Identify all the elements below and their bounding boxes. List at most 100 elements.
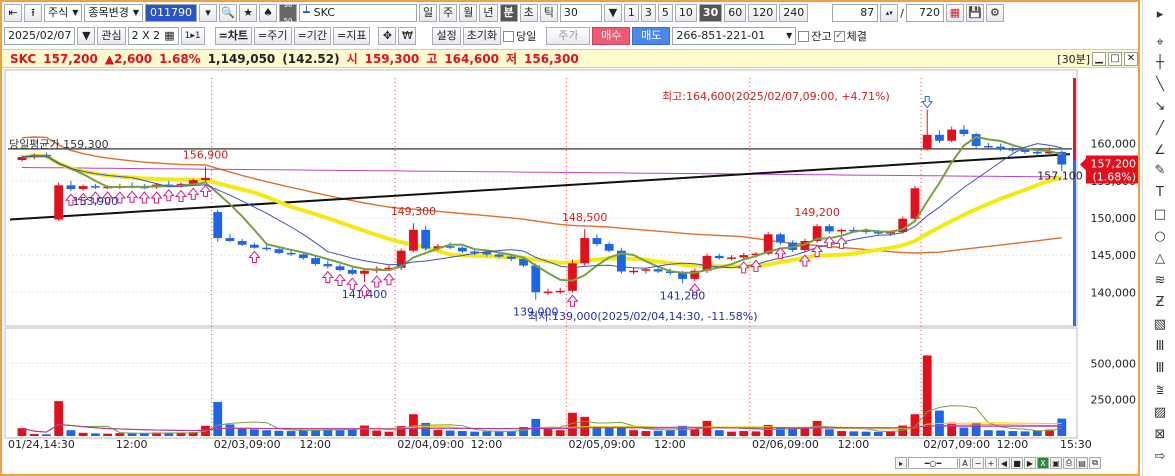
- volume-bar: [90, 433, 100, 436]
- magnet-icon[interactable]: ⊠: [1151, 426, 1169, 444]
- volume-bar: [494, 431, 504, 436]
- volume-bar: [592, 427, 602, 436]
- volume-bar: [641, 431, 651, 436]
- candle-body: [1032, 151, 1042, 154]
- volume-bar: [629, 430, 639, 436]
- text-icon[interactable]: T: [1151, 184, 1169, 202]
- candle-body: [213, 212, 223, 239]
- volume-bar: [1032, 430, 1042, 436]
- volume-bar: [1057, 418, 1067, 436]
- zoom-slider[interactable]: ━○━: [908, 457, 958, 469]
- volume-bar: [739, 431, 749, 436]
- current-price-tag-value: 157,200: [1091, 158, 1137, 171]
- candle-body: [298, 254, 308, 259]
- time-axis-label: 02/05,09:00: [568, 438, 635, 451]
- low-note-label: 최저:139,000(2025/02/04,14:30, -11.58%): [528, 310, 758, 323]
- collapse-icon[interactable]: ▸: [1151, 6, 1169, 24]
- save-chart-icon[interactable]: ▣: [1050, 457, 1062, 469]
- volume-bar: [347, 429, 357, 436]
- line-icon[interactable]: ╱: [1151, 120, 1169, 138]
- candle-body: [935, 134, 944, 141]
- volume-bar: [604, 427, 614, 436]
- candle-body: [54, 185, 64, 220]
- volume-bar: [910, 414, 920, 436]
- time-axis-label: 02/04,09:00: [397, 438, 464, 451]
- volume-bar: [824, 429, 834, 436]
- candle-body: [959, 129, 969, 135]
- volume-bar: [164, 433, 174, 436]
- volume-bar: [42, 434, 51, 436]
- candle-body: [237, 241, 247, 245]
- crosshair-tool-icon[interactable]: ┼: [1151, 54, 1169, 72]
- price-axis-label: 160,000: [1091, 138, 1137, 151]
- price-peak-label: 156,900: [183, 149, 229, 162]
- hatch-icon[interactable]: ▨: [1151, 404, 1169, 422]
- zigzag-icon[interactable]: Ƶ: [1151, 294, 1169, 312]
- zoom-out-icon[interactable]: −: [972, 457, 984, 469]
- scroll-right-icon[interactable]: ▸: [895, 457, 907, 469]
- candle-body: [714, 255, 724, 259]
- candle-body: [262, 247, 272, 250]
- volume-bar: [360, 425, 369, 436]
- waveform-icon[interactable]: ⩰: [1151, 382, 1169, 400]
- trend-line-icon[interactable]: ╲: [1151, 76, 1169, 94]
- time-axis-label: 12:00: [654, 438, 686, 451]
- zoom-in-icon[interactable]: +: [985, 457, 997, 469]
- volume-bar: [543, 428, 553, 436]
- price-axis-label: 140,000: [1091, 286, 1137, 299]
- volume-bar: [482, 431, 492, 436]
- volume-bar: [213, 401, 223, 436]
- candle-body: [1020, 149, 1030, 152]
- grid-tool-icon[interactable]: ▧: [1151, 316, 1169, 334]
- fibonacci-icon[interactable]: ≋: [1151, 272, 1169, 290]
- rectangle-icon[interactable]: □: [1151, 206, 1169, 224]
- candle-body: [531, 265, 541, 293]
- volume-bar: [555, 430, 565, 436]
- candle-body: [910, 188, 920, 219]
- volume-bar: [616, 427, 626, 436]
- volume-bar: [1008, 431, 1018, 436]
- price-volume-chart[interactable]: 160,000155,000150,000145,000140,000500,0…: [0, 0, 1140, 476]
- excel-icon[interactable]: X: [1037, 457, 1049, 469]
- config-icon[interactable]: ▤: [1076, 457, 1088, 469]
- volume-bar: [29, 433, 39, 436]
- candle-body: [555, 290, 565, 293]
- arrow-icon[interactable]: ⇨: [1151, 448, 1169, 466]
- volume-bar: [66, 430, 76, 436]
- volume-bar: [751, 431, 761, 436]
- triangle-icon[interactable]: △: [1151, 250, 1169, 268]
- volume-bar: [1020, 431, 1030, 436]
- candle-body: [837, 229, 846, 232]
- pencil-icon[interactable]: ✎: [1151, 162, 1169, 180]
- volume-bar: [996, 430, 1006, 436]
- volume-bar: [445, 430, 455, 436]
- cursor-icon[interactable]: ⌖: [1151, 34, 1169, 52]
- price-axis-label: 150,000: [1091, 212, 1137, 225]
- current-price-tag-pct: (1.68%): [1092, 171, 1136, 184]
- volume-bar: [983, 430, 993, 436]
- candle-body: [543, 291, 553, 294]
- circle-icon[interactable]: ○: [1151, 228, 1169, 246]
- bars-wide-icon[interactable]: Ⅲ: [1151, 360, 1169, 378]
- candle-body: [1008, 148, 1018, 151]
- bars-icon[interactable]: Ⅲ: [1151, 338, 1169, 356]
- time-axis-label: 12:00: [471, 438, 503, 451]
- play-icon[interactable]: ▶: [1024, 457, 1036, 469]
- volume-bar: [849, 431, 859, 436]
- print-icon[interactable]: ⎙: [1063, 457, 1075, 469]
- volume-bar: [274, 430, 284, 436]
- volume-bar: [286, 431, 296, 436]
- play-back-icon[interactable]: ◀: [998, 457, 1010, 469]
- expand-icon[interactable]: ⧉: [1089, 457, 1101, 469]
- candle-body: [947, 129, 957, 141]
- stop-icon[interactable]: ■: [1011, 457, 1023, 469]
- time-axis-label: 12:00: [299, 438, 331, 451]
- ray-icon[interactable]: ↘: [1151, 98, 1169, 116]
- volume-bar: [653, 430, 663, 436]
- candle-body: [66, 185, 76, 190]
- angle-icon[interactable]: ∠: [1151, 142, 1169, 160]
- volume-bar: [433, 429, 443, 436]
- volume-bar: [690, 429, 700, 436]
- text-size-icon[interactable]: A: [959, 457, 971, 469]
- candle-body: [922, 134, 932, 149]
